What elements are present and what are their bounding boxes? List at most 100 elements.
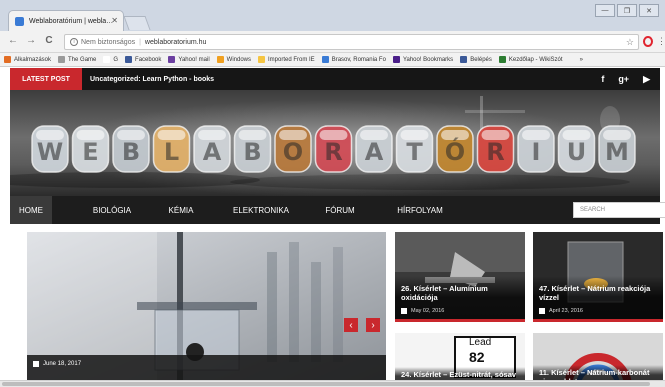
bookmark-item[interactable]: Facebook xyxy=(125,56,161,63)
facebook-icon[interactable]: f xyxy=(601,74,604,84)
latest-post-link[interactable]: Uncategorized: Learn Python - books xyxy=(90,68,214,90)
svg-text:I: I xyxy=(532,138,541,166)
bookmark-item[interactable]: » xyxy=(569,56,583,63)
maximize-button[interactable]: ❐ xyxy=(617,4,637,17)
browser-menu-icon[interactable]: ⋮ xyxy=(657,36,665,47)
youtube-icon[interactable]: ▶ xyxy=(643,74,650,85)
search-input[interactable]: SEARCH xyxy=(573,202,665,218)
address-bar[interactable]: i Nem biztonságos | weblaboratorium.hu ☆ xyxy=(64,34,639,50)
minimize-button[interactable]: — xyxy=(595,4,615,17)
card-accent xyxy=(395,319,525,322)
bookmark-item[interactable]: Windows xyxy=(216,56,251,63)
logo-letter: A xyxy=(193,125,231,173)
title-bar: Weblaboratórium | webla… ✕ — ❐ ✕ xyxy=(0,0,665,31)
website: LATEST POST Uncategorized: Learn Python … xyxy=(0,68,665,387)
bookmark-label: Yahoo! Bookmarks xyxy=(402,56,454,63)
element-label-number: 82 xyxy=(469,349,485,365)
logo-letter: E xyxy=(71,125,110,173)
slider-next-button[interactable]: › xyxy=(366,318,380,332)
close-tab-icon[interactable]: ✕ xyxy=(111,16,118,25)
bookmark-item[interactable]: Yahoo! Bookmarks xyxy=(392,56,454,63)
close-window-button[interactable]: ✕ xyxy=(639,4,659,17)
security-status: Nem biztonságos xyxy=(81,38,136,46)
bookmark-item[interactable]: G xyxy=(103,56,118,63)
logo-letter: A xyxy=(355,125,393,173)
bookmark-icon xyxy=(125,56,133,63)
nav-item-home[interactable]: HOME xyxy=(10,196,52,224)
calendar-icon xyxy=(539,308,545,314)
url-text: weblaboratorium.hu xyxy=(144,38,207,46)
bookmark-icon xyxy=(258,56,265,63)
bookmark-item[interactable]: Belépés xyxy=(460,56,492,63)
top-bar: LATEST POST Uncategorized: Learn Python … xyxy=(10,68,660,90)
nav-item-elektronika[interactable]: ELEKTRONIKA xyxy=(216,196,306,224)
nav-item-fórum[interactable]: FÓRUM xyxy=(312,196,368,224)
bookmark-item[interactable]: Alkalmazások xyxy=(4,56,51,63)
browser-toolbar: ← → C i Nem biztonságos | weblaboratoriu… xyxy=(0,31,665,53)
logo-letter: W xyxy=(31,125,69,173)
bookmark-icon xyxy=(498,56,506,63)
opera-icon[interactable] xyxy=(643,36,653,47)
svg-text:B: B xyxy=(243,138,261,166)
post-date: May 02, 2016 xyxy=(401,308,444,314)
card-accent xyxy=(533,319,663,322)
nav-item-biológia[interactable]: BIOLÓGIA xyxy=(76,196,148,224)
bookmarks-bar: Alkalmazások The Game G Facebook Yahoo! mail… xyxy=(0,53,665,67)
bookmark-item[interactable]: Kezdőlap - WikiSzót xyxy=(498,56,563,63)
calendar-icon xyxy=(401,308,407,314)
logo-letter: M xyxy=(598,125,636,173)
svg-text:B: B xyxy=(122,138,140,166)
nav-item-hírfolyam[interactable]: HÍRFOLYAM xyxy=(385,196,455,224)
svg-text:R: R xyxy=(324,138,342,166)
logo-letter: L xyxy=(152,125,191,173)
bookmark-icon xyxy=(4,56,11,63)
logo-letter: B xyxy=(233,125,272,173)
bookmark-item[interactable]: Imported From IE xyxy=(258,56,315,63)
bookmark-label: Alkalmazások xyxy=(14,56,52,63)
bookmark-icon xyxy=(216,56,224,63)
google-plus-icon[interactable]: g+ xyxy=(618,74,629,84)
logo-letter: U xyxy=(557,125,596,173)
element-label-text: Lead xyxy=(469,337,492,348)
window-controls: — ❐ ✕ xyxy=(595,4,659,17)
svg-text:M: M xyxy=(605,138,629,166)
reload-button[interactable]: C xyxy=(42,35,56,46)
post-card-1[interactable]: 26. Kísérlet – Alumínium oxidációja May … xyxy=(395,232,525,322)
weblaboratorium-logo: WEBLABORATÓRIUM xyxy=(10,96,636,190)
logo-letter: Ó xyxy=(436,125,474,173)
bookmark-label: Belépés xyxy=(470,56,492,63)
site-banner[interactable]: WEBLABORATÓRIUM xyxy=(10,90,660,196)
tab-title: Weblaboratórium | webla… xyxy=(29,17,114,25)
slider-prev-button[interactable]: ‹ xyxy=(344,318,358,332)
latest-post-label: LATEST POST xyxy=(10,68,82,90)
browser-tab[interactable]: Weblaboratórium | webla… ✕ xyxy=(8,10,124,31)
new-tab-button[interactable] xyxy=(123,16,151,30)
bookmark-label: Kezdőlap - WikiSzót xyxy=(508,56,563,63)
bookmark-icon xyxy=(392,56,400,63)
info-circle-icon[interactable]: i xyxy=(70,38,78,46)
bookmark-icon xyxy=(168,56,176,63)
post-card-4[interactable]: 11. Kísérlet – Nátrium-karbonát vizes ol… xyxy=(533,333,663,387)
svg-text:R: R xyxy=(486,138,504,166)
nav-item-kémia[interactable]: KÉMIA xyxy=(156,196,206,224)
post-card-2[interactable]: 47. Kísérlet – Nátrium reakciója vízzel … xyxy=(533,232,663,322)
bookmark-icon xyxy=(103,56,111,63)
scrollbar-thumb[interactable] xyxy=(2,382,650,386)
forward-button[interactable]: → xyxy=(24,35,38,46)
browser-window: Weblaboratórium | webla… ✕ — ❐ ✕ ← → C i… xyxy=(0,0,665,387)
bookmark-label: Yahoo! mail xyxy=(178,56,210,63)
bookmark-item[interactable]: The Game xyxy=(58,56,96,63)
post-title[interactable]: 26. Kísérlet – Alumínium oxidációja xyxy=(401,284,519,302)
bookmark-icon xyxy=(321,56,329,63)
post-title[interactable]: 47. Kísérlet – Nátrium reakciója vízzel xyxy=(539,284,657,302)
post-card-3[interactable]: Lead 82 24. Kísérlet – Ezüst-nitrát, sós… xyxy=(395,333,525,387)
featured-date: June 18, 2017 xyxy=(33,361,81,367)
horizontal-scrollbar[interactable] xyxy=(0,380,665,387)
bookmark-item[interactable]: Yahoo! mail xyxy=(168,56,210,63)
bookmark-icon xyxy=(460,56,468,63)
logo-letter: T xyxy=(395,125,434,173)
back-button[interactable]: ← xyxy=(6,35,20,46)
bookmark-item[interactable]: Brasov, Romania Fo xyxy=(321,56,386,63)
bookmark-label: Imported From IE xyxy=(268,56,315,63)
bookmark-star-icon[interactable]: ☆ xyxy=(626,37,634,48)
